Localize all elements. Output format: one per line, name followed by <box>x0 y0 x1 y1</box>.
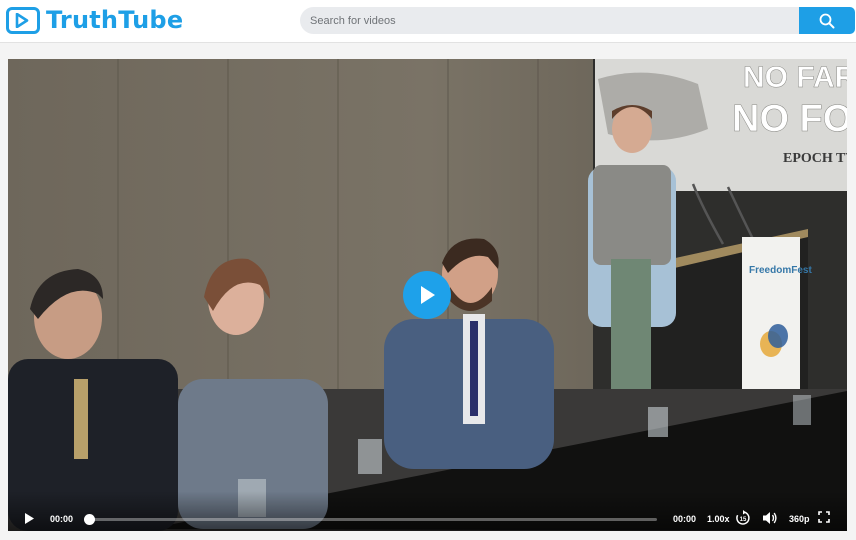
video-player[interactable]: NO FARM NO FOO EPOCH TV FreedomFest <box>8 59 847 531</box>
site-header: TruthTube <box>0 0 856 43</box>
player-controls: 00:00 00:00 1.00x 15 360p <box>8 491 847 531</box>
progress-handle[interactable] <box>84 514 95 525</box>
playback-speed-button[interactable]: 1.00x <box>707 514 730 524</box>
skip-forward-icon[interactable]: 15 <box>735 510 751 526</box>
big-play-button[interactable] <box>403 271 451 319</box>
fullscreen-icon[interactable] <box>818 511 830 523</box>
screen-text-line1: NO FARM <box>743 61 847 94</box>
screen-brand-text: EPOCH TV <box>783 151 847 166</box>
play-icon[interactable] <box>24 512 35 525</box>
event-banner <box>742 237 800 397</box>
site-name: TruthTube <box>46 6 184 34</box>
skip-seconds-label: 15 <box>740 517 747 523</box>
screen-text-line2: NO FOO <box>732 98 847 140</box>
play-icon <box>6 6 40 34</box>
duration-time: 00:00 <box>673 514 697 524</box>
search-bar <box>300 7 855 34</box>
search-input[interactable] <box>300 7 799 34</box>
play-icon <box>421 286 435 304</box>
search-button[interactable] <box>799 7 855 34</box>
current-time: 00:00 <box>50 514 74 524</box>
quality-button[interactable]: 360p <box>789 514 810 524</box>
volume-icon[interactable] <box>762 510 778 526</box>
search-icon <box>819 13 835 29</box>
progress-bar[interactable] <box>84 514 657 525</box>
banner-brand-text: FreedomFest <box>749 265 812 276</box>
site-logo[interactable]: TruthTube <box>6 6 183 34</box>
